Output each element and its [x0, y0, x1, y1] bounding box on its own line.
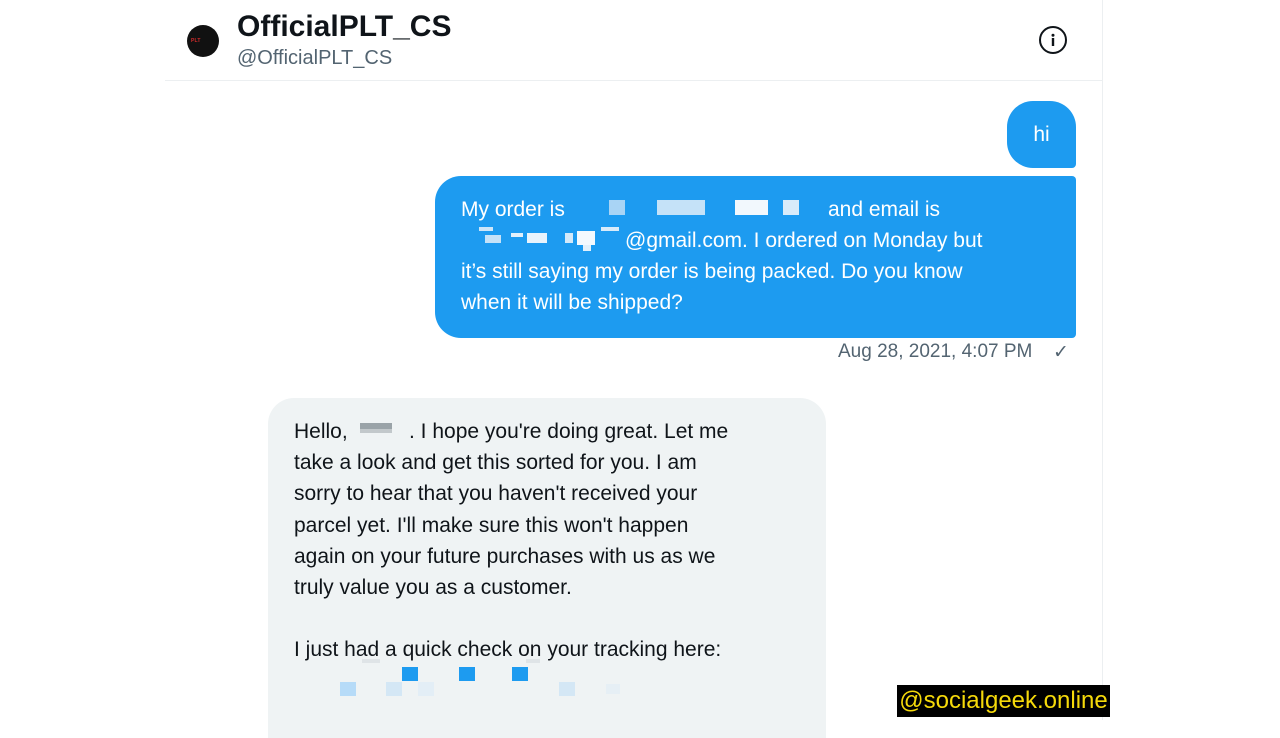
- redacted-pixelation: [783, 200, 799, 215]
- conversation-header: PLT OfficialPLT_CS @OfficialPLT_CS: [165, 0, 1102, 81]
- message-line: Hello, . I hope you're doing great. Let …: [294, 416, 806, 447]
- redacted-pixelation: [601, 227, 619, 231]
- redacted-pixelation: [565, 233, 573, 243]
- message-text: hi: [1033, 122, 1050, 146]
- message-line: when it will be shipped?: [461, 291, 683, 314]
- read-receipt-icon: ✓: [1053, 342, 1069, 363]
- message-text: . I hope you're doing great. Let me: [409, 420, 729, 443]
- redacted-tracking-link[interactable]: [294, 658, 806, 706]
- message-timestamp: Aug 28, 2021, 4:07 PM: [838, 341, 1033, 362]
- message-line: it’s still saying my order is being pack…: [461, 260, 963, 283]
- redacted-pixelation: [459, 666, 475, 681]
- received-message-reply[interactable]: Hello, . I hope you're doing great. Let …: [268, 398, 826, 738]
- message-line: parcel yet. I'll make sure this won't ha…: [294, 513, 689, 537]
- redacted-pixelation: [386, 681, 402, 696]
- redacted-pixelation: [577, 231, 595, 245]
- message-line: sorry to hear that you haven't received …: [294, 482, 698, 506]
- redacted-pixelation: [526, 658, 540, 663]
- redacted-pixelation: [511, 233, 523, 237]
- account-handle: @OfficialPLT_CS: [237, 47, 393, 69]
- message-text: Hello,: [294, 420, 348, 443]
- brand-logo-avatar-icon: PLT: [191, 38, 201, 44]
- redacted-pixelation: [735, 200, 768, 215]
- redacted-pixelation: [485, 235, 501, 243]
- redacted-pixelation: [512, 666, 528, 681]
- message-text: @gmail.com. I ordered on Monday but: [625, 229, 983, 252]
- avatar[interactable]: PLT: [187, 25, 219, 57]
- watermark-label: @socialgeek.online: [897, 685, 1110, 717]
- message-line: @gmail.com. I ordered on Monday but: [461, 225, 1056, 256]
- message-line: My order is and email is: [461, 194, 1056, 225]
- message-text: My order is: [461, 198, 565, 221]
- redacted-pixelation: [418, 681, 434, 696]
- redacted-pixelation: [527, 233, 547, 243]
- redacted-pixelation: [559, 681, 575, 696]
- redacted-pixelation: [657, 200, 705, 215]
- message-line: again on your future purchases with us a…: [294, 544, 716, 568]
- message-text: and email is: [828, 198, 941, 221]
- message-line: take a look and get this sorted for you.…: [294, 451, 697, 475]
- redacted-pixelation: [609, 200, 625, 215]
- sent-message-order[interactable]: My order is and email is @gmail.com. I o…: [435, 176, 1076, 338]
- redacted-pixelation: [362, 658, 380, 663]
- redacted-pixelation: [340, 681, 356, 696]
- account-name[interactable]: OfficialPLT_CS: [237, 10, 451, 44]
- redacted-pixelation: [402, 666, 418, 681]
- redacted-pixelation: [606, 683, 620, 694]
- message-line: truly value you as a customer.: [294, 576, 572, 599]
- redacted-pixelation: [479, 227, 493, 231]
- sent-message-hi[interactable]: hi: [1007, 101, 1076, 168]
- info-icon[interactable]: [1039, 26, 1067, 54]
- redacted-pixelation: [360, 429, 392, 433]
- redacted-pixelation: [583, 245, 591, 251]
